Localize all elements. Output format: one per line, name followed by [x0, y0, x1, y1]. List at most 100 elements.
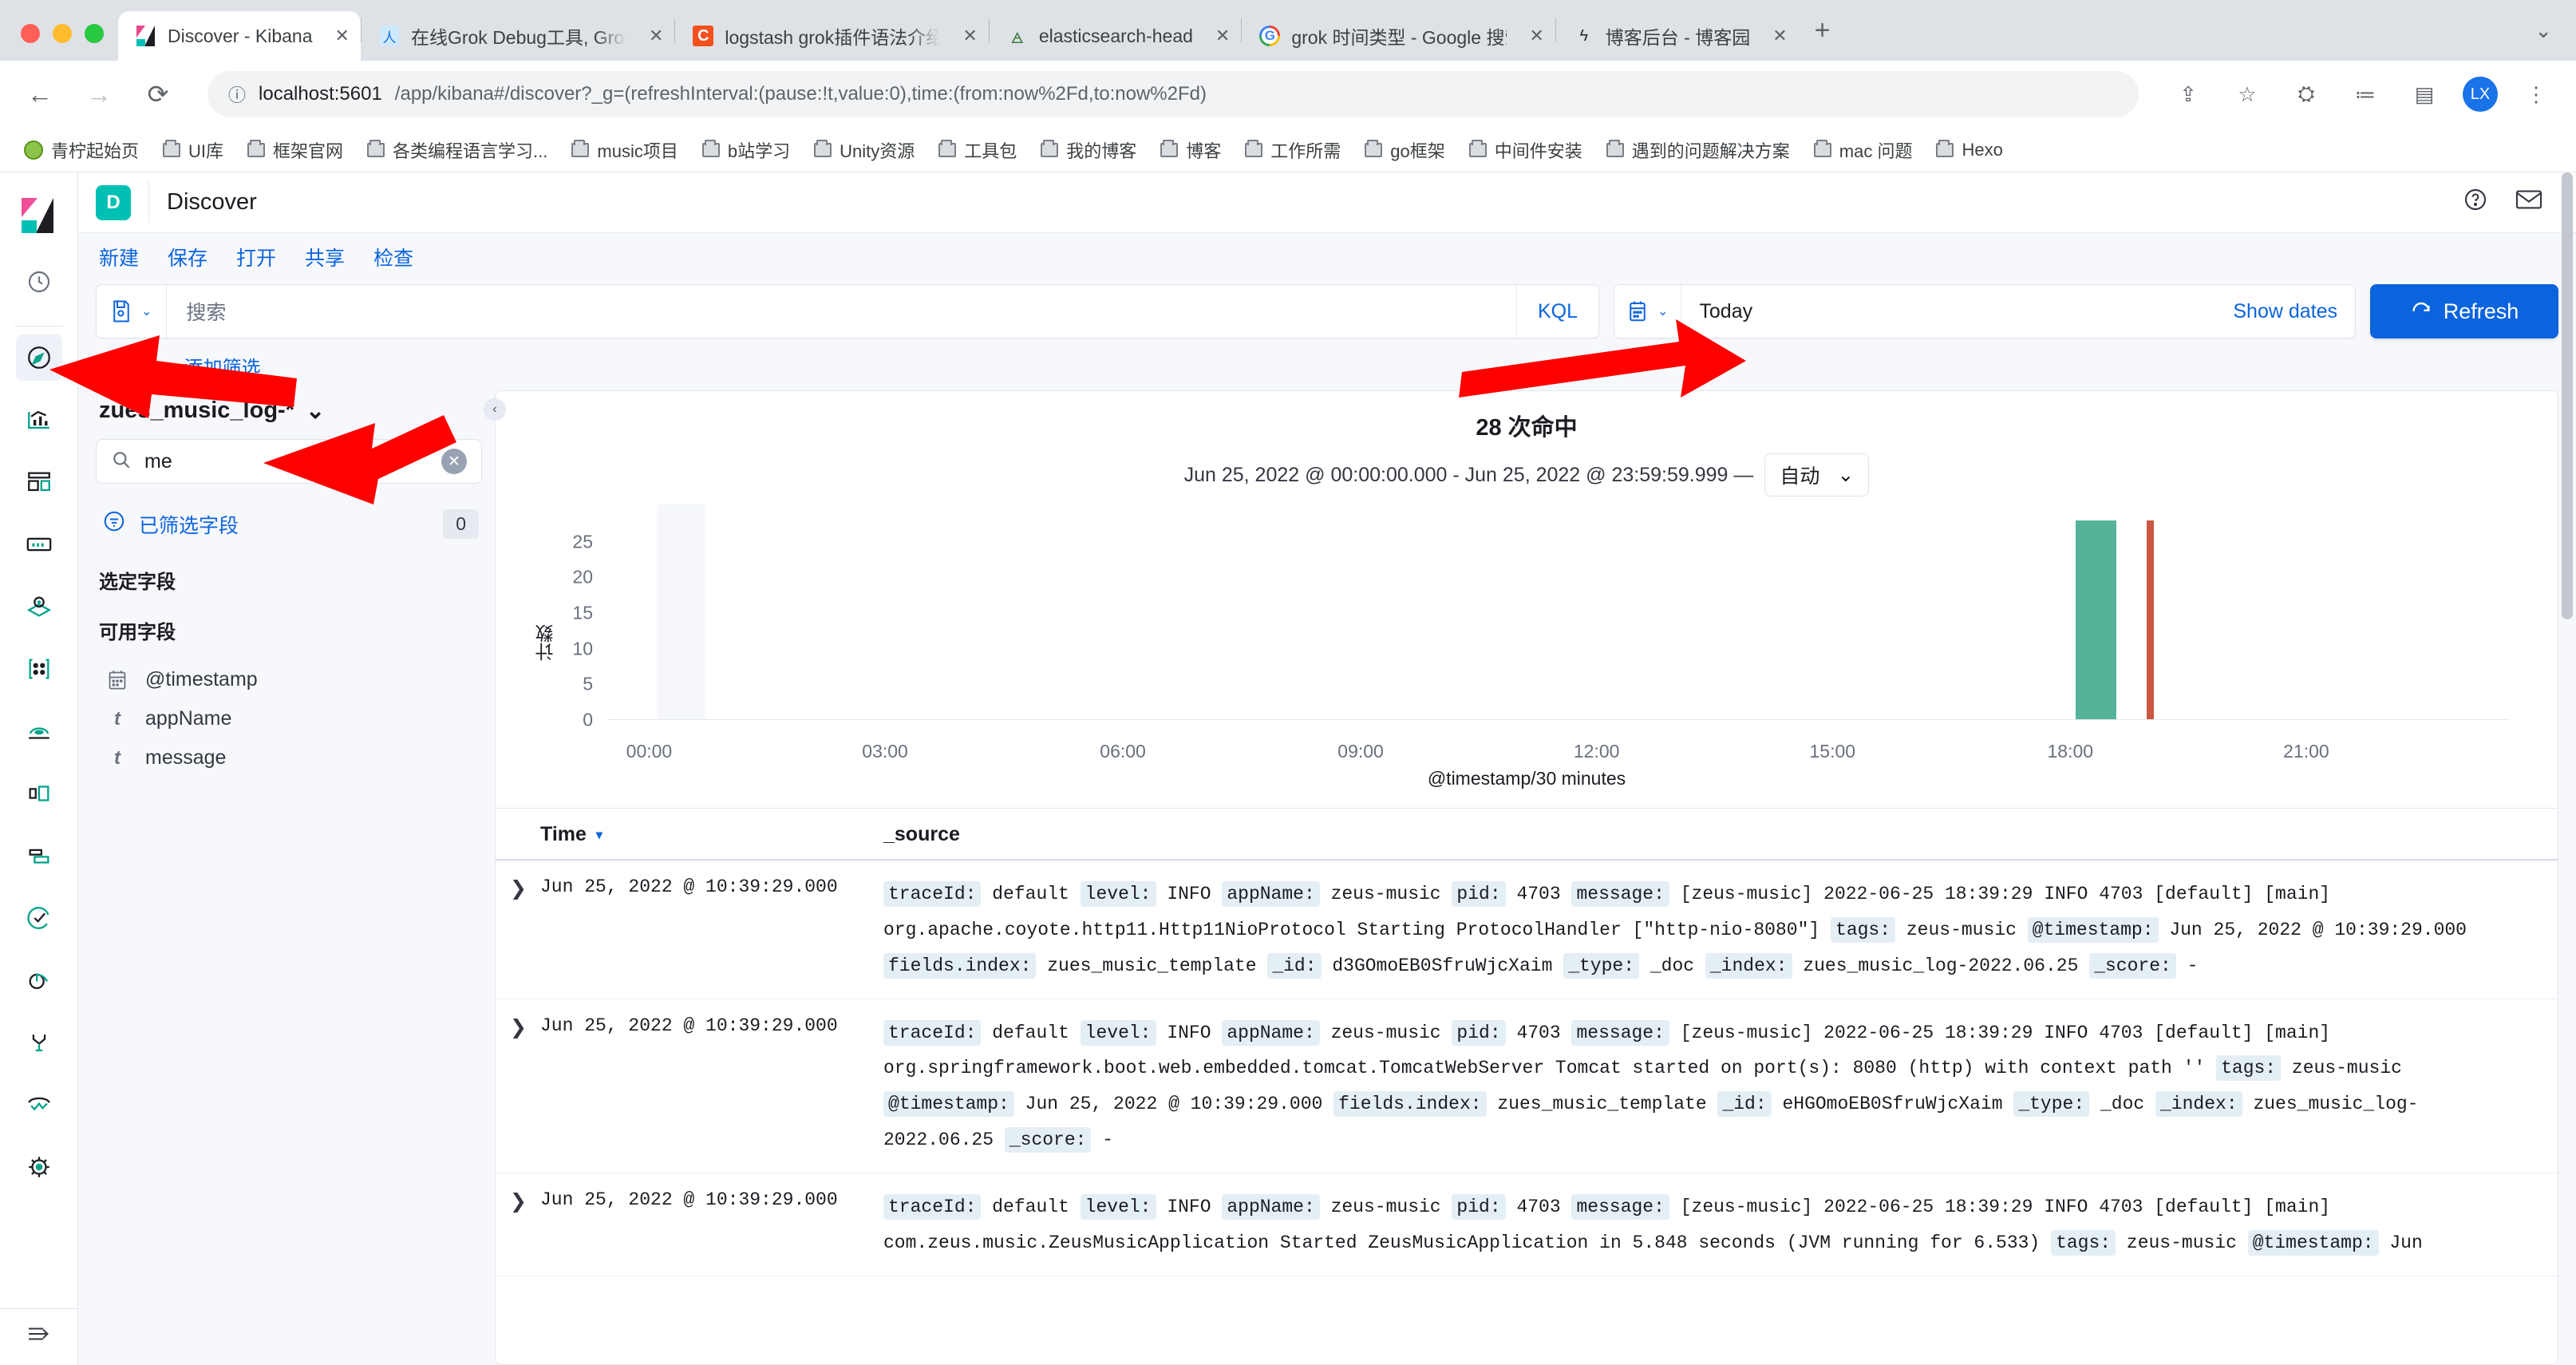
index-pattern-selector[interactable]: zues_music_log-* ⌄ [96, 390, 482, 439]
bookmark-item[interactable]: mac 问题 [1804, 133, 1922, 168]
extensions-icon[interactable]: ⛭ [2286, 73, 2327, 115]
table-row[interactable]: ❯ Jun 25, 2022 @ 10:39:29.000 traceId: d… [496, 1173, 2558, 1276]
new-tab-button[interactable]: + [1799, 15, 1847, 61]
mail-icon[interactable] [2515, 188, 2542, 218]
search-input[interactable]: 搜索 [167, 297, 1516, 326]
histogram-chart[interactable]: 计数 0 5 10 15 20 25 00:00 03:00 06:00 09:… [496, 504, 2558, 808]
sidebar-item-apm[interactable] [16, 833, 62, 879]
table-row[interactable]: ❯ Jun 25, 2022 @ 10:39:29.000 traceId: d… [496, 999, 2558, 1173]
sidebar-item-infrastructure[interactable] [16, 708, 62, 754]
column-header-source[interactable]: _source [883, 823, 2558, 846]
sort-desc-icon[interactable]: ▾ [596, 827, 603, 843]
bookmark-item[interactable]: b站学习 [693, 133, 800, 168]
add-filter-button[interactable]: + 添加筛选 [168, 352, 261, 380]
browser-tab-elasticsearch-head[interactable]: 🜁 elasticsearch-head ✕ [990, 11, 1242, 61]
field-item-appname[interactable]: t appName [96, 699, 482, 738]
sidebar-item-canvas[interactable] [16, 521, 62, 568]
sidebar-collapse-button[interactable] [0, 1308, 77, 1365]
expand-row-icon[interactable]: ❯ [496, 1190, 527, 1213]
sidebar-item-management[interactable] [16, 1144, 62, 1190]
elastic-logo-icon[interactable] [18, 196, 60, 238]
reload-icon[interactable]: ⟳ [137, 73, 179, 115]
menu-item-open[interactable]: 打开 [236, 243, 276, 271]
bookmark-item[interactable]: 框架官网 [238, 133, 353, 168]
sidebar-item-logs[interactable] [16, 770, 62, 817]
close-icon[interactable]: ✕ [1204, 26, 1230, 46]
time-range-value[interactable]: Today [1681, 300, 1752, 323]
interval-selector[interactable]: 自动 ⌄ [1764, 453, 1870, 497]
bookmark-item[interactable]: Unity资源 [804, 133, 924, 168]
window-controls[interactable] [11, 24, 118, 61]
profile-avatar[interactable]: LX [2463, 77, 2498, 112]
clear-icon[interactable]: ✕ [441, 449, 467, 474]
column-header-time[interactable]: Time ▾ [540, 823, 883, 846]
site-info-icon[interactable]: ⓘ [228, 81, 246, 107]
query-language-button[interactable]: KQL [1517, 300, 1598, 323]
saved-query-button[interactable]: ⌄ [97, 299, 166, 323]
sidebar-item-siem[interactable] [16, 957, 62, 1003]
table-row[interactable]: ❯ Jun 25, 2022 @ 10:39:29.000 traceId: d… [496, 861, 2558, 999]
close-icon[interactable]: ✕ [638, 26, 663, 46]
bookmark-star-icon[interactable]: ☆ [2226, 73, 2268, 115]
sidebar-item-maps[interactable] [16, 584, 62, 630]
bookmark-item[interactable]: 各类编程语言学习... [358, 133, 557, 168]
close-window-button[interactable] [21, 24, 40, 43]
sidebar-item-dashboard[interactable] [16, 459, 62, 505]
bookmark-item[interactable]: 工具包 [929, 133, 1026, 168]
side-panel-icon[interactable]: ▤ [2404, 73, 2445, 115]
bookmark-item[interactable]: music项目 [562, 133, 687, 168]
sidebar-item-uptime[interactable] [16, 895, 62, 941]
close-icon[interactable]: ✕ [1518, 26, 1543, 46]
minimize-window-button[interactable] [53, 24, 72, 43]
browser-tab-cnblogs[interactable]: ϟ 博客后台 - 博客园 ✕ [1556, 11, 1799, 61]
chevron-down-icon[interactable]: ⌄ [2523, 18, 2576, 61]
close-icon[interactable]: ✕ [1761, 26, 1787, 46]
sidebar-item-dev-tools[interactable] [16, 1019, 62, 1066]
menu-item-new[interactable]: 新建 [99, 243, 139, 271]
bookmark-item[interactable]: 工作所需 [1235, 133, 1350, 168]
scrollbar-thumb[interactable] [2562, 172, 2573, 619]
bookmark-item[interactable]: 我的博客 [1031, 133, 1146, 168]
bookmark-item[interactable]: UI库 [153, 133, 233, 168]
bookmark-item[interactable]: 中间件安装 [1460, 133, 1592, 168]
menu-item-share[interactable]: 共享 [305, 243, 345, 271]
filtered-fields-toggle[interactable]: 已筛选字段 0 [96, 504, 482, 560]
browser-tab-google-search[interactable]: grok 时间类型 - Google 搜索 ✕ [1242, 11, 1555, 61]
chart-bar-secondary[interactable] [2146, 520, 2154, 719]
menu-item-save[interactable]: 保存 [168, 243, 207, 271]
field-item-message[interactable]: t message [96, 738, 482, 777]
page-scrollbar[interactable] [2562, 172, 2573, 1365]
help-icon[interactable] [2463, 187, 2488, 219]
chart-bar-primary[interactable] [2076, 520, 2116, 719]
show-dates-button[interactable]: Show dates [2233, 300, 2355, 323]
browser-menu-icon[interactable]: ⋮ [2515, 73, 2557, 115]
search-bar[interactable]: ⌄ 搜索 KQL [96, 284, 1599, 338]
field-item-timestamp[interactable]: @timestamp [96, 660, 482, 699]
bookmark-item[interactable]: go框架 [1355, 133, 1454, 168]
bookmark-item[interactable]: 遇到的问题解决方案 [1597, 133, 1800, 168]
forward-icon[interactable]: → [78, 73, 120, 115]
sidebar-item-machine-learning[interactable] [16, 646, 62, 692]
field-search-input[interactable]: me [144, 450, 429, 473]
refresh-button[interactable]: Refresh [2370, 284, 2558, 338]
close-icon[interactable]: ✕ [324, 26, 350, 46]
browser-tab-logstash-grok[interactable]: C logstash grok插件语法介绍_这 ✕ [675, 11, 988, 61]
sidebar-item-monitoring[interactable] [16, 1082, 62, 1128]
field-search-box[interactable]: me ✕ [96, 439, 482, 484]
share-icon[interactable]: ⇪ [2167, 73, 2209, 115]
browser-tab-discover-kibana[interactable]: Discover - Kibana ✕ [118, 11, 361, 61]
bookmark-item[interactable]: 博客 [1151, 133, 1231, 168]
expand-row-icon[interactable]: ❯ [496, 877, 527, 900]
close-icon[interactable]: ✕ [951, 26, 977, 46]
maximize-window-button[interactable] [85, 24, 104, 43]
collapse-sidebar-button[interactable]: ‹ [484, 398, 506, 421]
sidebar-item-discover[interactable] [15, 334, 62, 381]
expand-row-icon[interactable]: ❯ [496, 1016, 527, 1039]
address-bar[interactable]: ⓘ localhost:5601/app/kibana#/discover?_g… [207, 71, 2139, 117]
menu-item-inspect[interactable]: 检查 [373, 243, 413, 271]
bookmark-item[interactable]: 青柠起始页 [14, 133, 148, 168]
sidebar-item-recently-viewed[interactable] [16, 259, 62, 305]
sidebar-item-visualize[interactable] [16, 397, 62, 443]
browser-tab-grok-debug[interactable]: 人 在线Grok Debug工具, Grok校 ✕ [362, 11, 674, 61]
time-picker[interactable]: ⌄ Today Show dates [1614, 284, 2356, 338]
